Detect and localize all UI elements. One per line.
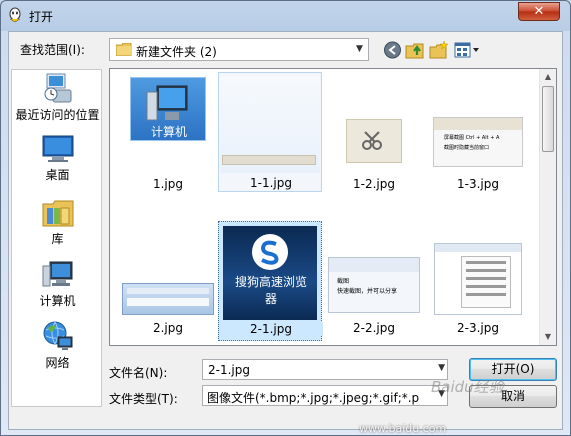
thumbnail-caption: 搜狗高速浏览器 bbox=[234, 275, 307, 306]
file-tile-8[interactable]: 2-3.jpg bbox=[426, 217, 530, 337]
toolbar-strip bbox=[222, 155, 316, 165]
view-menu-icon[interactable] bbox=[453, 40, 481, 60]
watermark-logo: Baidu经验 bbox=[431, 378, 504, 396]
vertical-scrollbar[interactable]: ▲ ▼ bbox=[539, 69, 556, 345]
place-libraries[interactable]: 库 bbox=[12, 196, 103, 247]
file-tile-7[interactable]: 截图 快速截图，并可以分享 2-2.jpg bbox=[322, 217, 426, 337]
places-bar: 最近访问的位置 桌面 库 计算机 网络 bbox=[11, 69, 102, 407]
place-label: 计算机 bbox=[39, 294, 76, 308]
image-thumbnail bbox=[346, 119, 402, 163]
file-name: 2-1.jpg bbox=[219, 322, 323, 336]
filename-value: 2-1.jpg bbox=[208, 363, 250, 377]
chevron-down-icon[interactable]: ▼ bbox=[351, 39, 368, 60]
place-network[interactable]: 网络 bbox=[12, 320, 103, 371]
image-thumbnail: 屏幕截图 Ctrl + Alt + A 截图时隐藏当前窗口 bbox=[433, 117, 523, 167]
window-title: 打开 bbox=[29, 10, 54, 24]
image-thumbnail: 截图 快速截图，并可以分享 bbox=[328, 257, 420, 313]
file-tile-3[interactable]: 1-2.jpg bbox=[322, 73, 426, 193]
network-icon bbox=[43, 321, 72, 350]
look-in-value: 新建文件夹 (2) bbox=[136, 45, 217, 59]
toolbar-strip bbox=[434, 118, 522, 130]
up-folder-icon[interactable] bbox=[405, 40, 425, 60]
file-name: 1-2.jpg bbox=[353, 177, 395, 191]
thumbnail-caption: 快速截图，并可以分享 bbox=[337, 288, 398, 295]
file-view[interactable]: 计算机 1.jpg 1-1.jpg 1-2.jpg 屏幕截图 Ctrl + Al… bbox=[109, 68, 557, 346]
thumbnail-caption: 截图时隐藏当前窗口 bbox=[444, 145, 490, 151]
place-computer[interactable]: 计算机 bbox=[12, 260, 103, 309]
filetype-label: 文件类型(T): bbox=[109, 392, 178, 406]
context-menu-preview bbox=[461, 256, 511, 308]
file-tile-6[interactable]: 搜狗高速浏览器 2-1.jpg bbox=[218, 221, 323, 341]
qq-app-icon bbox=[9, 7, 21, 23]
thumbnail-caption: 截图 bbox=[337, 278, 350, 285]
look-in-dropdown[interactable]: 新建文件夹 (2) ▼ bbox=[109, 38, 369, 61]
image-thumbnail bbox=[434, 243, 522, 315]
thumbnail-caption: 计算机 bbox=[150, 125, 187, 139]
file-name: 1-3.jpg bbox=[457, 177, 499, 191]
file-tile-1[interactable]: 计算机 1.jpg bbox=[116, 73, 220, 193]
scrollbar-thumb[interactable] bbox=[542, 86, 554, 152]
title-bar[interactable]: 打开 ✕ bbox=[1, 1, 570, 31]
image-thumbnail bbox=[220, 77, 320, 173]
look-in-label: 查找范围(I): bbox=[20, 43, 85, 57]
place-label: 库 bbox=[51, 232, 64, 246]
place-recent[interactable]: 最近访问的位置 bbox=[12, 72, 103, 123]
place-desktop[interactable]: 桌面 bbox=[12, 134, 103, 183]
place-label: 最近访问的位置 bbox=[15, 108, 100, 122]
recent-places-icon bbox=[44, 73, 71, 103]
toolbar-strip bbox=[127, 288, 209, 294]
computer-icon bbox=[146, 85, 188, 121]
new-folder-icon[interactable] bbox=[429, 40, 449, 60]
chevron-down-icon[interactable]: ▼ bbox=[438, 363, 445, 373]
file-name: 2.jpg bbox=[152, 321, 184, 335]
file-tile-4[interactable]: 屏幕截图 Ctrl + Alt + A 截图时隐藏当前窗口 1-3.jpg bbox=[426, 73, 530, 193]
scroll-up-icon[interactable]: ▲ bbox=[540, 69, 556, 85]
file-tile-2[interactable]: 1-1.jpg bbox=[218, 72, 322, 192]
file-name: 2-3.jpg bbox=[457, 321, 499, 335]
filetype-select[interactable]: 图像文件(*.bmp;*.jpg;*.jpeg;*.gif;*.p ▼ bbox=[202, 385, 448, 406]
computer-icon bbox=[42, 261, 72, 287]
filename-input[interactable]: 2-1.jpg ▼ bbox=[202, 359, 448, 380]
filetype-value: 图像文件(*.bmp;*.jpg;*.jpeg;*.gif;*.p bbox=[207, 391, 420, 405]
thumbnail-caption: 屏幕截图 Ctrl + Alt + A bbox=[444, 135, 500, 141]
scissors-icon bbox=[362, 131, 382, 150]
place-label: 网络 bbox=[45, 356, 70, 370]
filename-label: 文件名(N): bbox=[109, 366, 168, 380]
toolbar-strip bbox=[127, 298, 209, 306]
scroll-down-icon[interactable]: ▼ bbox=[540, 329, 556, 345]
close-button[interactable]: ✕ bbox=[518, 2, 560, 21]
toolbar-strip bbox=[329, 258, 419, 272]
file-name: 2-2.jpg bbox=[353, 321, 395, 335]
watermark-text: www.baidu.com bbox=[359, 422, 447, 435]
file-name: 1.jpg bbox=[152, 177, 184, 191]
file-tile-5[interactable]: 2.jpg bbox=[116, 217, 220, 337]
image-thumbnail: 计算机 bbox=[130, 77, 206, 141]
desktop-icon bbox=[42, 135, 73, 162]
library-icon bbox=[42, 200, 73, 227]
back-icon[interactable] bbox=[383, 40, 402, 60]
open-dialog-window: 打开 ✕ 查找范围(I): 新建文件夹 (2) ▼ 最近访问的位置 桌面 库 计… bbox=[0, 0, 571, 436]
place-label: 桌面 bbox=[45, 168, 70, 182]
sogou-browser-logo bbox=[252, 234, 288, 270]
image-thumbnail: 搜狗高速浏览器 bbox=[223, 226, 317, 320]
file-name: 1-1.jpg bbox=[250, 176, 292, 190]
folder-icon bbox=[116, 43, 132, 56]
image-thumbnail bbox=[122, 283, 214, 315]
toolbar-strip bbox=[435, 244, 521, 252]
